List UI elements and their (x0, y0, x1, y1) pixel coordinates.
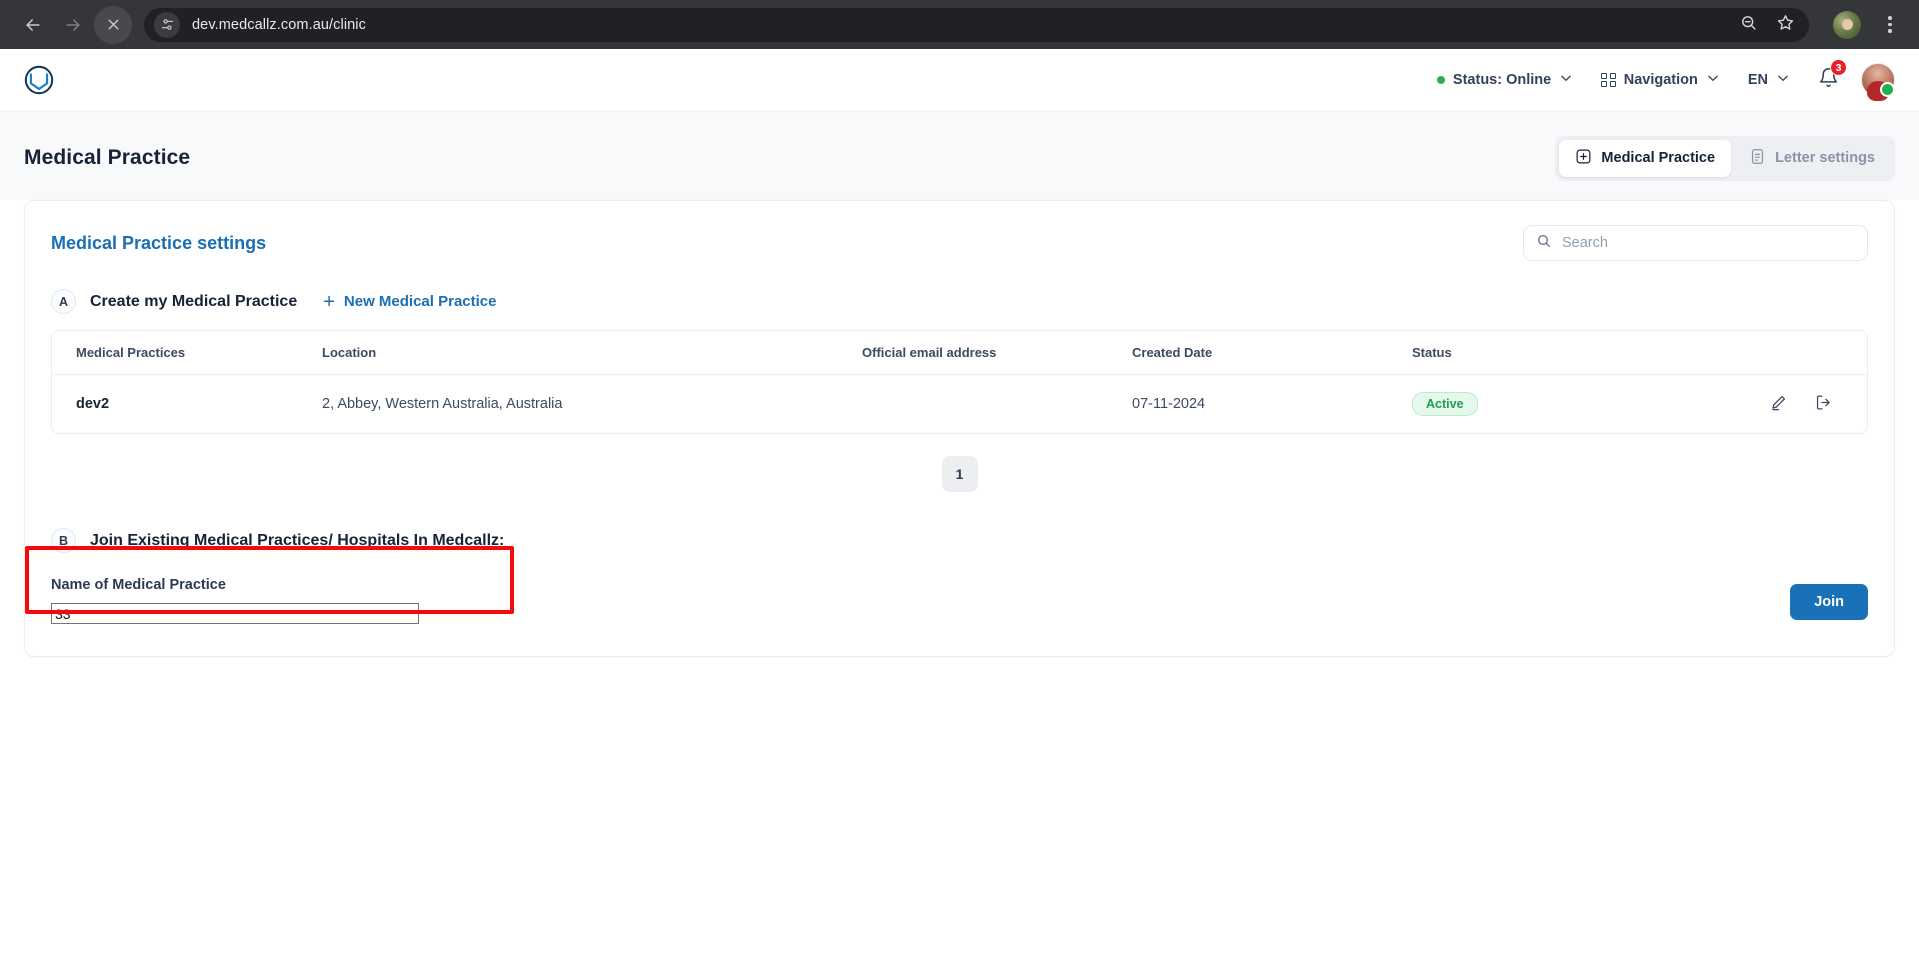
bell-icon (1818, 68, 1839, 92)
status-online-dot (1436, 76, 1445, 84)
practice-name-input[interactable] (51, 603, 419, 624)
join-practice-row: Name of Medical Practice Join (25, 567, 1894, 630)
app-header: Status: Online Navigation EN 3 (0, 49, 1919, 112)
browser-forward-button[interactable] (54, 6, 92, 44)
medical-practice-card: Medical Practice settings Search A Creat… (24, 200, 1895, 657)
navigation-label: Navigation (1623, 72, 1698, 88)
column-header-name: Medical Practices (52, 331, 322, 375)
tab-letter-settings-label: Letter settings (1775, 150, 1875, 166)
section-b-header: B Join Existing Medical Practices/ Hospi… (25, 518, 1894, 567)
plus-icon: + (323, 290, 335, 313)
page-band: Medical Practice Medical Practice Letter… (0, 112, 1919, 200)
address-bar-url: dev.medcallz.com.au/clinic (192, 16, 366, 33)
language-selector[interactable]: EN (1734, 65, 1804, 95)
chevron-down-icon (1559, 71, 1573, 89)
browser-address-bar[interactable]: dev.medcallz.com.au/clinic (144, 7, 1809, 42)
section-a-badge: A (51, 289, 76, 314)
tab-letter-settings[interactable]: Letter settings (1733, 140, 1891, 177)
section-b-block: B Join Existing Medical Practices/ Hospi… (25, 518, 1894, 630)
column-header-actions (1712, 331, 1867, 375)
browser-stop-button[interactable] (94, 5, 132, 44)
tab-medical-practice-label: Medical Practice (1601, 150, 1716, 166)
cell-actions (1712, 375, 1867, 434)
tab-medical-practice[interactable]: Medical Practice (1559, 139, 1732, 177)
edit-icon[interactable] (1769, 393, 1788, 416)
column-header-location: Location (322, 331, 862, 375)
section-a-title: Create my Medical Practice (90, 292, 298, 310)
section-b-badge: B (51, 528, 76, 553)
pagination: 1 (25, 456, 1894, 492)
join-field-group: Name of Medical Practice (51, 577, 419, 624)
chevron-down-icon (1776, 71, 1790, 89)
search-icon (1536, 233, 1552, 254)
header-actions: Status: Online Navigation EN 3 (1423, 59, 1895, 99)
card-title: Medical Practice settings (51, 232, 267, 253)
cell-created-date: 07-11-2024 (1132, 396, 1206, 412)
zoom-out-icon[interactable] (1739, 13, 1758, 37)
status-label: Status: Online (1452, 72, 1552, 88)
site-settings-icon[interactable] (154, 11, 180, 38)
page-title: Medical Practice (24, 146, 191, 169)
cell-location: 2, Abbey, Western Australia, Australia (322, 396, 563, 412)
navigation-menu[interactable]: Navigation (1587, 65, 1734, 95)
table-row[interactable]: dev2 2, Abbey, Western Australia, Austra… (52, 375, 1867, 434)
chrome-profile-avatar[interactable] (1833, 10, 1861, 39)
new-medical-practice-button[interactable]: + New Medical Practice (323, 292, 496, 312)
practice-name-label: Name of Medical Practice (51, 577, 226, 593)
status-selector[interactable]: Status: Online (1423, 65, 1587, 95)
status-badge: Active (1412, 392, 1478, 416)
column-header-status: Status (1412, 331, 1712, 375)
search-placeholder: Search (1562, 235, 1608, 251)
browser-right-controls (1819, 8, 1905, 42)
notifications-button[interactable]: 3 (1804, 59, 1855, 99)
section-a-header: A Create my Medical Practice + New Medic… (25, 279, 1894, 328)
user-avatar[interactable] (1861, 63, 1895, 97)
browser-back-button[interactable] (14, 6, 52, 44)
leave-icon[interactable] (1814, 393, 1833, 416)
page-title-row: Medical Practice Medical Practice Letter… (24, 134, 1895, 182)
pagination-page-1[interactable]: 1 (941, 456, 978, 492)
cell-status: Active (1412, 375, 1712, 434)
column-header-email: Official email address (862, 331, 1132, 375)
new-medical-practice-label: New Medical Practice (343, 293, 497, 310)
grid-icon (1601, 72, 1616, 88)
cell-email (862, 375, 1132, 434)
hospital-icon (1575, 148, 1592, 169)
medical-practices-table: Medical Practices Location Official emai… (51, 330, 1868, 434)
browser-toolbar: dev.medcallz.com.au/clinic (0, 0, 1919, 49)
chrome-menu-icon[interactable] (1875, 8, 1905, 42)
notification-count-badge: 3 (1830, 59, 1847, 76)
document-icon (1749, 148, 1766, 169)
bookmark-star-icon[interactable] (1776, 13, 1795, 37)
chevron-down-icon (1706, 71, 1720, 89)
join-button[interactable]: Join (1790, 584, 1868, 620)
card-header: Medical Practice settings Search (25, 201, 1894, 279)
search-input[interactable]: Search (1523, 225, 1868, 261)
section-b-title: Join Existing Medical Practices/ Hospita… (90, 531, 505, 549)
cell-practice-name: dev2 (76, 396, 110, 412)
language-label: EN (1747, 72, 1768, 88)
view-switcher: Medical Practice Letter settings (1555, 135, 1895, 181)
medcallz-logo-icon[interactable] (22, 63, 56, 97)
column-header-created: Created Date (1132, 331, 1412, 375)
table-header-row: Medical Practices Location Official emai… (52, 331, 1867, 375)
